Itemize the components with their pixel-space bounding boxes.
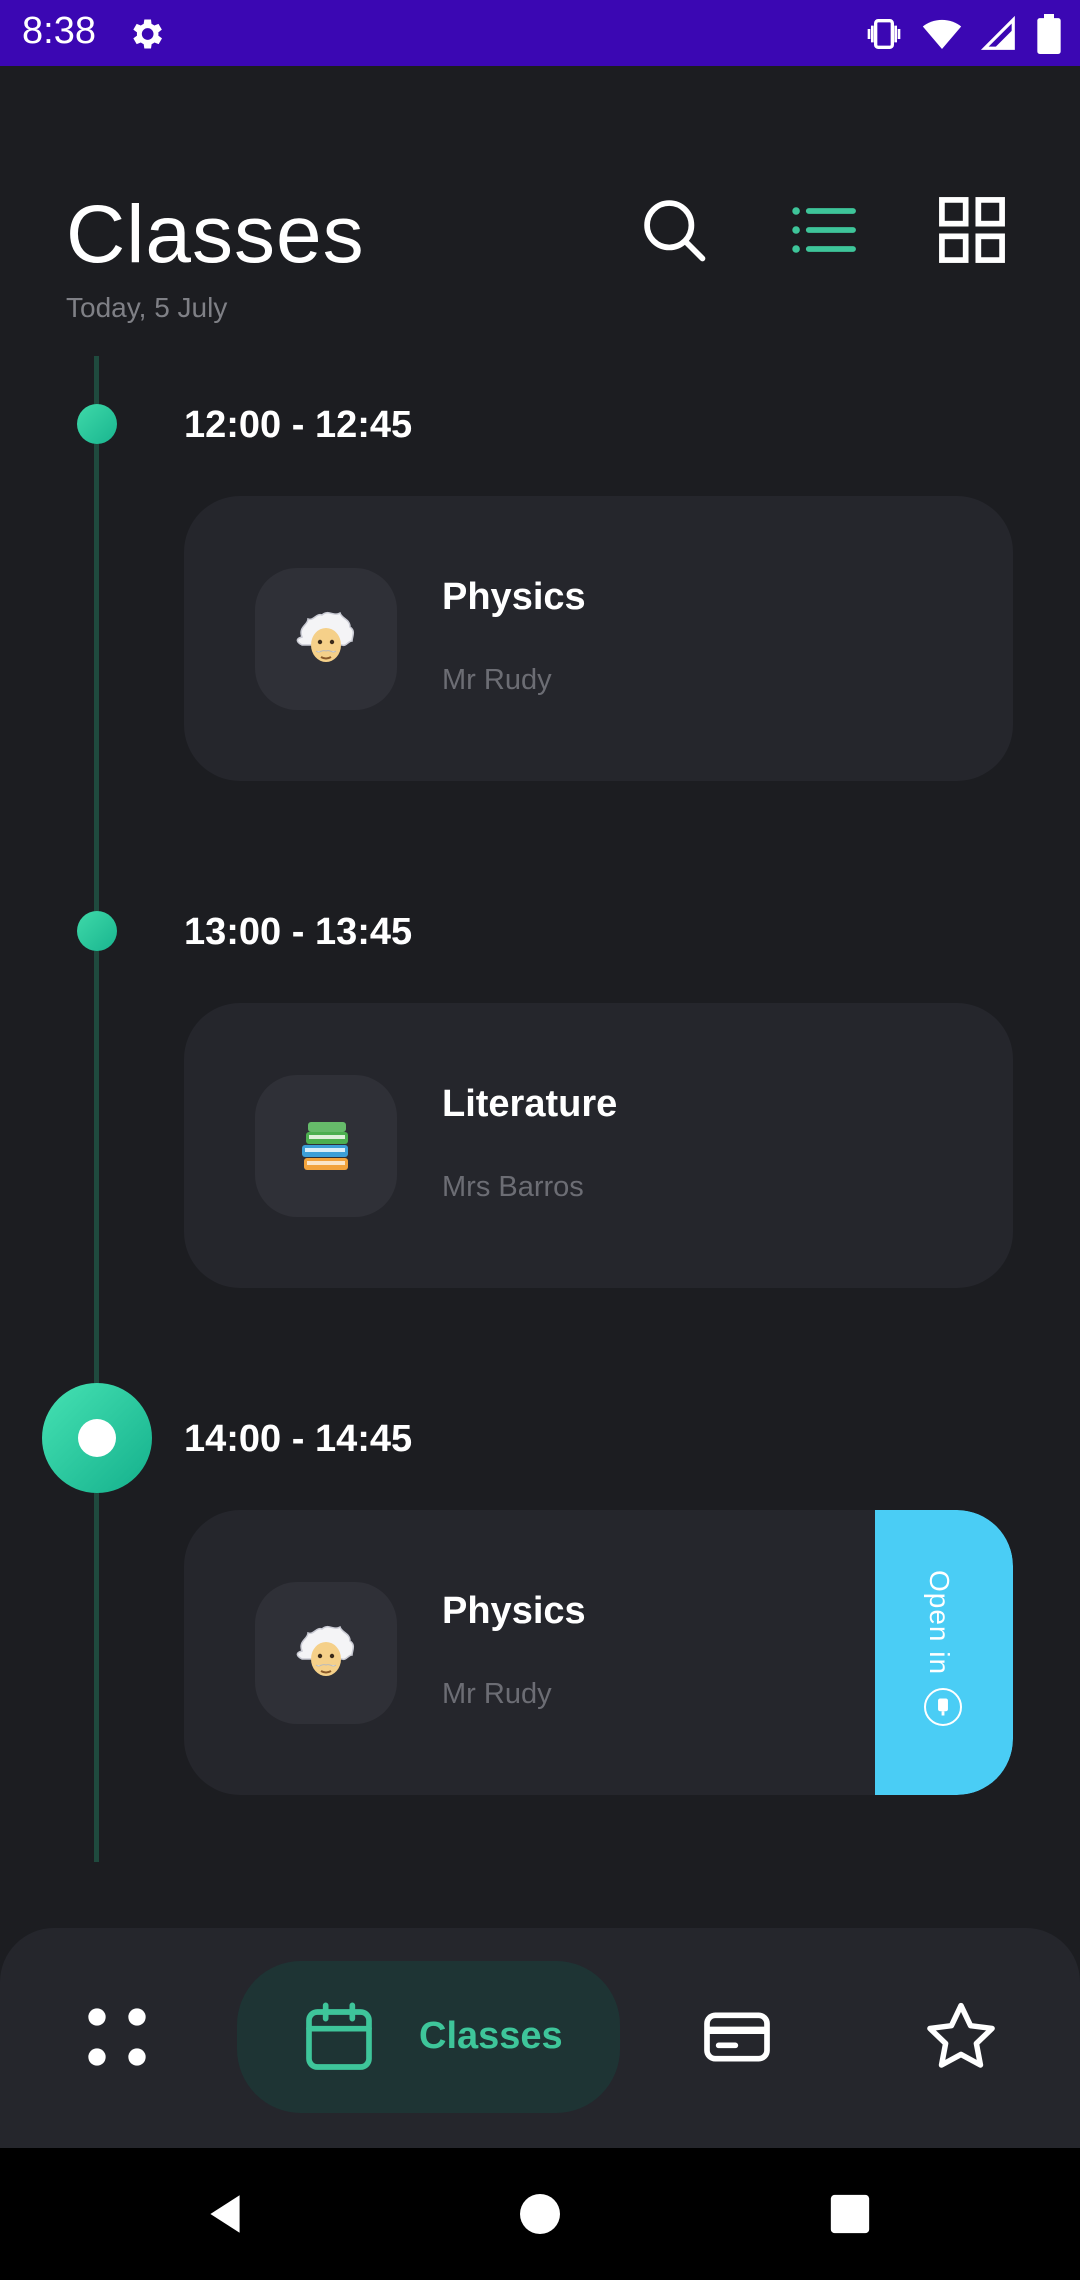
slot-time: 12:00 - 12:45 — [184, 404, 413, 446]
page-title: Classes — [66, 189, 365, 280]
class-name: Physics — [442, 1590, 586, 1632]
class-card[interactable]: Physics Mr Rudy — [184, 496, 1013, 781]
star-icon — [927, 2002, 995, 2068]
class-icon-box — [255, 1582, 397, 1724]
class-icon-box — [255, 568, 397, 710]
back-icon[interactable] — [200, 2189, 250, 2239]
slot-time: 14:00 - 14:45 — [184, 1418, 413, 1460]
status-time: 8:38 — [22, 10, 96, 52]
search-icon — [644, 200, 706, 262]
grid-view-button[interactable] — [932, 190, 1012, 270]
search-button[interactable] — [634, 190, 714, 270]
class-card[interactable]: Literature Mrs Barros — [184, 1003, 1013, 1288]
books-icon — [302, 1122, 348, 1170]
nav-label-classes: Classes — [419, 2015, 563, 2057]
class-teacher: Mr Rudy — [442, 1678, 552, 1710]
current-timeline-dot — [42, 1383, 152, 1493]
open-in-label: Open in — [924, 1570, 955, 1676]
timeline-dot — [77, 404, 117, 444]
nav-item-favorites[interactable] — [896, 1961, 1026, 2113]
class-card[interactable]: Physics Mr Rudy Open in — [184, 1510, 1013, 1795]
status-icons — [864, 12, 1062, 56]
card-icon — [704, 2012, 770, 2062]
nav-item-classes[interactable]: Classes — [237, 1961, 620, 2113]
calendar-icon — [306, 2002, 372, 2070]
wifi-icon — [922, 19, 962, 49]
list-view-icon — [792, 207, 856, 253]
timeline-dot — [77, 911, 117, 951]
class-name: Literature — [442, 1083, 618, 1125]
nav-item-payments[interactable] — [672, 1961, 802, 2113]
bottom-nav: Classes — [0, 1928, 1080, 2148]
class-icon-box — [255, 1075, 397, 1217]
vibrate-icon — [867, 19, 901, 49]
gear-icon — [133, 19, 162, 49]
class-teacher: Mrs Barros — [442, 1171, 584, 1203]
nav-item-dashboard[interactable] — [52, 1961, 182, 2113]
class-name: Physics — [442, 576, 586, 618]
einstein-icon — [296, 1625, 355, 1676]
einstein-icon — [296, 611, 355, 662]
class-teacher: Mr Rudy — [442, 664, 552, 696]
slot-time: 13:00 - 13:45 — [184, 911, 413, 953]
home-icon[interactable] — [516, 2190, 564, 2238]
recents-icon[interactable] — [827, 2191, 873, 2237]
open-in-button[interactable]: Open in — [875, 1510, 1013, 1795]
battery-icon — [1037, 14, 1061, 54]
grid-view-icon — [939, 197, 1005, 263]
list-view-button[interactable] — [783, 190, 863, 270]
dots-grid-icon — [88, 2008, 146, 2066]
timeline-line — [94, 356, 99, 1862]
date-subtitle: Today, 5 July — [66, 292, 228, 323]
status-bar: 8:38 — [0, 0, 1080, 66]
open-in-app-icon — [924, 1688, 962, 1726]
system-nav-bar — [0, 2148, 1080, 2280]
signal-icon — [980, 15, 1015, 50]
